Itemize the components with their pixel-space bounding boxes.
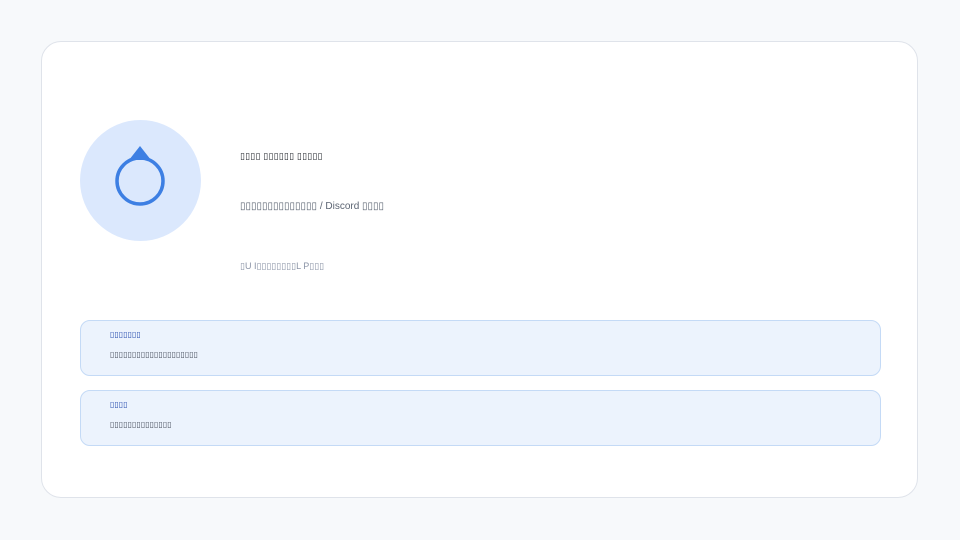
info-box-title: ▯▯▯▯ — [110, 400, 128, 409]
info-box: ▯▯▯▯ ▯▯▯▯▯▯▯▯▯▯▯▯▯▯ — [80, 390, 881, 446]
info-box-text: ▯▯▯▯▯▯▯▯▯▯▯▯▯▯▯▯▯▯▯▯ — [110, 350, 199, 359]
avatar — [80, 120, 201, 241]
page-subtitle: ▯▯▯▯▯▯▯▯▯▯▯▯▯▯ / Discord ▯▯▯▯ — [240, 201, 385, 212]
ring-icon — [115, 146, 165, 206]
info-box: ▯▯▯▯▯▯▯ ▯▯▯▯▯▯▯▯▯▯▯▯▯▯▯▯▯▯▯▯ — [80, 320, 881, 376]
meta-text: ▯U I▯▯▯▯▯▯▯▯L P▯▯▯ — [240, 261, 325, 271]
info-box-title: ▯▯▯▯▯▯▯ — [110, 330, 141, 339]
page-title: ▯▯▯▯ ▯▯▯▯▯▯ ▯▯▯▯▯ — [240, 151, 323, 161]
info-box-text: ▯▯▯▯▯▯▯▯▯▯▯▯▯▯ — [110, 420, 172, 429]
